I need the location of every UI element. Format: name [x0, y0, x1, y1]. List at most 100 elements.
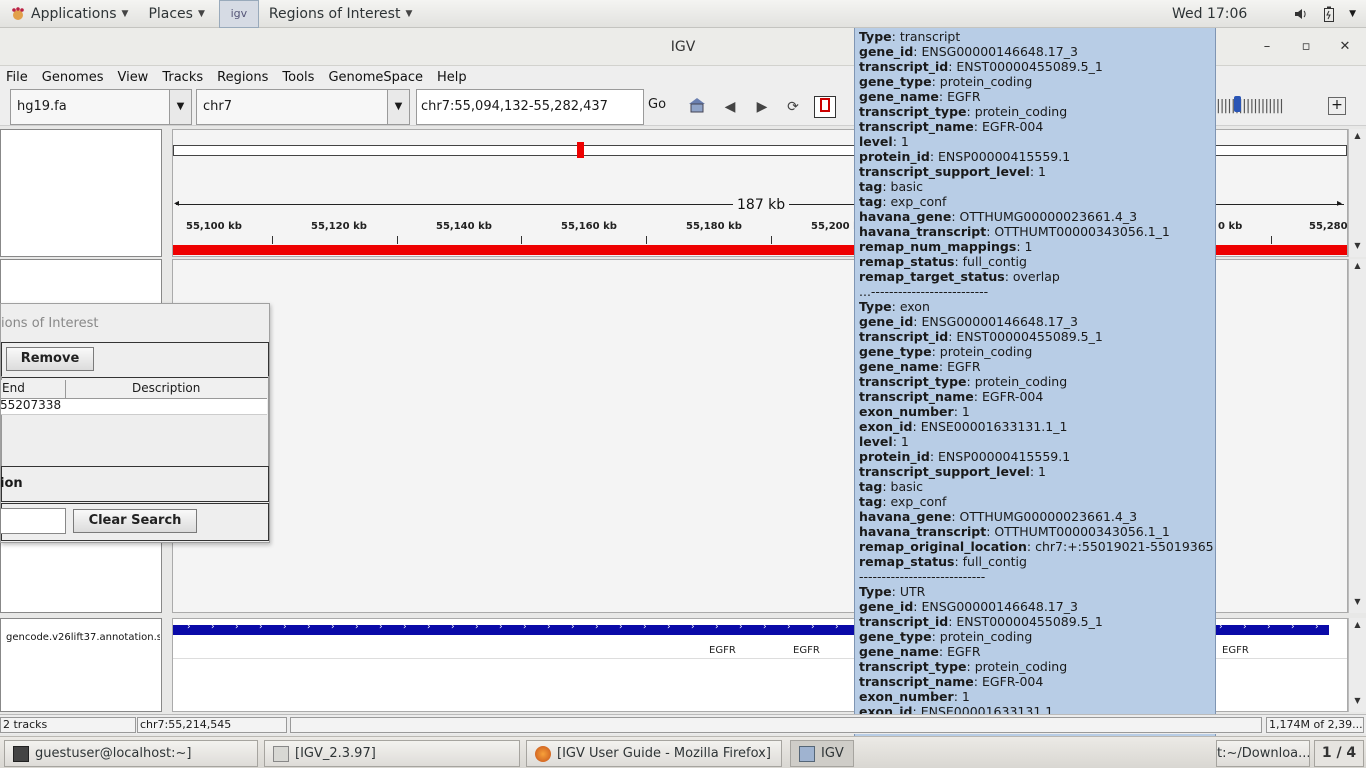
ruler-tick-label: 55,100 kb	[186, 221, 242, 232]
popup-attribute-row: transcript_id: ENST00000455089.5_1	[859, 329, 1103, 344]
track-count: 2 tracks	[0, 717, 136, 733]
attribute-key: transcript_id	[859, 329, 949, 344]
task-terminal[interactable]: guestuser@localhost:~]	[4, 740, 258, 767]
task-label: IGV	[821, 746, 844, 761]
task-igv-folder[interactable]: [IGV_2.3.97]	[264, 740, 520, 767]
zoom-in-icon[interactable]: +	[1328, 97, 1346, 115]
attribute-value: ENSG00000146648.17_3	[921, 44, 1078, 59]
popup-attribute-row: transcript_name: EGFR-004	[859, 119, 1044, 134]
region-end-cell[interactable]: 55207338	[0, 398, 61, 412]
attribute-key: gene_id	[859, 314, 914, 329]
clock[interactable]: Wed 17:06	[1172, 0, 1247, 28]
power-menu-caret[interactable]: ▼	[1349, 9, 1356, 19]
applications-menu[interactable]: Applications ▼	[0, 0, 138, 28]
strand-arrow-icon: ›	[403, 622, 407, 632]
maximize-icon[interactable]: ▫	[1297, 38, 1315, 56]
status-bar: 2 tracks chr7:55,214,545 1,174M of 2,39.…	[0, 714, 1366, 734]
popup-attribute-row: transcript_type: protein_coding	[859, 659, 1068, 674]
menu-regions[interactable]: Regions	[217, 70, 268, 85]
attribute-key: Type	[859, 299, 892, 314]
header-scrollbar[interactable]: ▲ ▼	[1348, 129, 1366, 257]
workspace-pager[interactable]: 1 / 4	[1314, 740, 1364, 767]
popup-attribute-row: gene_id: ENSG00000146648.17_3	[859, 314, 1078, 329]
annotation-track-name[interactable]: gencode.v26lift37.annotation.sc	[6, 632, 160, 643]
column-header-end[interactable]: End	[2, 381, 25, 395]
memory-usage[interactable]: 1,174M of 2,39...	[1266, 717, 1364, 733]
attribute-value: EGFR	[947, 644, 981, 659]
back-icon[interactable]: ◀	[719, 96, 741, 118]
scroll-up-icon[interactable]: ▲	[1349, 131, 1366, 145]
forward-icon[interactable]: ▶	[751, 96, 773, 118]
refresh-icon[interactable]: ⟳	[782, 96, 804, 118]
menu-view[interactable]: View	[117, 70, 148, 85]
minimize-icon[interactable]: –	[1258, 38, 1276, 56]
popup-attribute-row: transcript_support_level: 1	[859, 464, 1046, 479]
zoom-slider[interactable]: ||||||||||||||||||	[1216, 98, 1284, 114]
attribute-key: havana_transcript	[859, 224, 987, 239]
popup-attribute-row: gene_id: ENSG00000146648.17_3	[859, 599, 1078, 614]
strand-arrow-icon: ›	[379, 622, 383, 632]
strand-arrow-icon: ›	[451, 622, 455, 632]
gnome-foot-icon	[12, 6, 24, 20]
scroll-down-icon[interactable]: ▼	[1349, 597, 1366, 611]
task-label: [IGV User Guide - Mozilla Firefox]	[557, 746, 771, 761]
popup-attribute-row: level: 1	[859, 434, 909, 449]
chromosome-dropdown[interactable]: chr7 ▼	[196, 89, 410, 125]
remove-button[interactable]: Remove	[6, 347, 94, 371]
scroll-up-icon[interactable]: ▲	[1349, 620, 1366, 634]
gene-label: EGFR	[793, 645, 820, 656]
battery-icon[interactable]	[1323, 6, 1335, 22]
dialog-section-header	[1, 466, 269, 502]
menu-tools[interactable]: Tools	[282, 70, 314, 85]
task-igv[interactable]: IGV	[790, 740, 854, 767]
genome-dropdown[interactable]: hg19.fa ▼	[10, 89, 192, 125]
task-downloads[interactable]: t:~/Downloa...	[1216, 740, 1310, 767]
search-input[interactable]	[0, 508, 66, 534]
data-scrollbar[interactable]: ▲ ▼	[1348, 259, 1366, 613]
places-menu[interactable]: Places ▼	[138, 0, 214, 28]
chevron-down-icon[interactable]: ▼	[169, 90, 191, 124]
task-firefox[interactable]: [IGV User Guide - Mozilla Firefox]	[526, 740, 782, 767]
volume-icon[interactable]	[1293, 6, 1309, 22]
popup-attribute-row: Type: UTR	[859, 584, 926, 599]
zoom-slider-thumb[interactable]	[1234, 96, 1241, 112]
window-menu[interactable]: Regions of Interest ▼	[259, 0, 423, 28]
popup-attribute-row: gene_name: EGFR	[859, 89, 981, 104]
menu-help[interactable]: Help	[437, 70, 467, 85]
home-icon[interactable]	[686, 96, 708, 118]
go-button[interactable]: Go	[648, 97, 666, 112]
scroll-down-icon[interactable]: ▼	[1349, 696, 1366, 710]
attribute-key: gene_type	[859, 344, 932, 359]
close-icon[interactable]: ✕	[1336, 38, 1354, 56]
window-menu-label: Regions of Interest	[268, 5, 401, 22]
attribute-value: ENST00000455089.5_1	[956, 329, 1103, 344]
menu-tracks[interactable]: Tracks	[162, 70, 203, 85]
ruler-tick-label: 0 kb	[1218, 221, 1243, 232]
strand-arrow-icon: ›	[547, 622, 551, 632]
scroll-down-icon[interactable]: ▼	[1349, 241, 1366, 255]
feature-scrollbar[interactable]: ▲ ▼	[1348, 618, 1366, 712]
clear-search-button[interactable]: Clear Search	[73, 509, 197, 533]
menu-genomes[interactable]: Genomes	[42, 70, 104, 85]
attribute-key: level	[859, 134, 893, 149]
chevron-down-icon[interactable]: ▼	[387, 90, 409, 124]
attribute-value: OTTHUMG00000023661.4_3	[959, 209, 1138, 224]
attribute-key: exon_number	[859, 689, 954, 704]
locus-input[interactable]: chr7:55,094,132-55,282,437	[416, 89, 644, 125]
header-name-panel	[0, 129, 162, 257]
attribute-value: ENSG00000146648.17_3	[921, 599, 1078, 614]
scroll-up-icon[interactable]: ▲	[1349, 261, 1366, 275]
popup-attribute-row: exon_number: 1	[859, 404, 970, 419]
menu-file[interactable]: File	[6, 70, 28, 85]
attribute-key: tag	[859, 194, 883, 209]
column-header-description[interactable]: Description	[132, 381, 200, 395]
igv-app-icon: igv	[218, 0, 259, 28]
roi-icon[interactable]	[814, 96, 836, 118]
strand-arrow-icon: ›	[331, 622, 335, 632]
menu-genomespace[interactable]: GenomeSpace	[328, 70, 423, 85]
popup-attribute-row: protein_id: ENSP00000415559.1	[859, 449, 1071, 464]
feature-details-popup[interactable]: Type: transcript gene_id: ENSG00000146648…	[854, 28, 1216, 768]
attribute-key: gene_name	[859, 644, 939, 659]
strand-arrow-icon: ›	[523, 622, 527, 632]
attribute-key: transcript_support_level	[859, 464, 1030, 479]
